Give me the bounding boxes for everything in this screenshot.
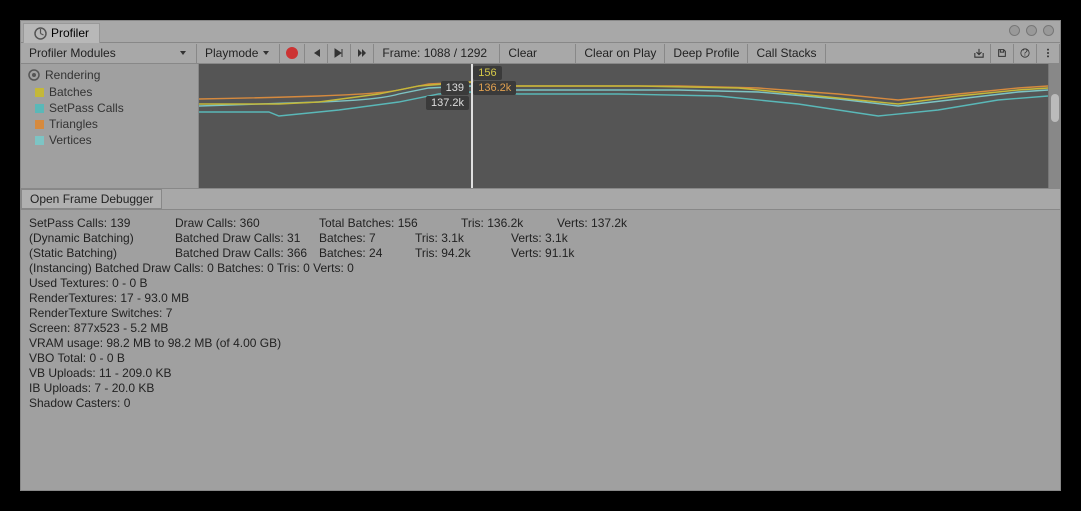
help-icon: ? — [1020, 48, 1030, 58]
profiler-tab-label: Profiler — [51, 26, 89, 40]
profiler-tab[interactable]: Profiler — [23, 23, 100, 43]
frame-debugger-bar: Open Frame Debugger — [21, 188, 1060, 210]
chart-lines — [199, 64, 1048, 188]
legend-item[interactable]: Batches — [35, 85, 192, 99]
stats-line: VB Uploads: 11 - 209.0 KB — [29, 366, 1052, 381]
label: (Dynamic Batching) — [29, 231, 175, 246]
skip-end-icon — [357, 48, 367, 58]
call-stacks-toggle[interactable]: Call Stacks — [748, 44, 825, 63]
frame-counter: Frame: 1088 / 1292 — [374, 44, 500, 63]
chevron-down-icon — [261, 48, 271, 58]
legend-swatch — [35, 88, 44, 97]
frame-next-button[interactable] — [328, 44, 351, 63]
val: Batched Draw Calls: 366 — [175, 246, 319, 261]
frame-label: Frame: 1088 / 1292 — [382, 46, 487, 60]
tip-tris: 136.2k — [473, 81, 516, 95]
save-button[interactable] — [991, 44, 1014, 63]
rendering-icon — [27, 68, 41, 82]
stats-row-dynamic: (Dynamic Batching) Batched Draw Calls: 3… — [29, 231, 1052, 246]
clear-label: Clear — [508, 46, 537, 60]
chart-row: Rendering Batches SetPass Calls Triangles V… — [21, 64, 1060, 188]
chevron-down-icon — [178, 48, 188, 58]
skip-forward-icon — [334, 48, 344, 58]
chart-area[interactable]: 156 136.2k 139 137.2k — [199, 64, 1048, 188]
window-close[interactable] — [1043, 25, 1054, 36]
chart-scrollbar[interactable] — [1048, 64, 1060, 188]
val: Batches: 7 — [319, 231, 415, 246]
val: Verts: 91.1k — [511, 246, 631, 261]
clear-button[interactable]: Clear — [500, 44, 576, 63]
profiler-window: Profiler Profiler Modules Playmode Frame… — [20, 20, 1061, 491]
toolbar: Profiler Modules Playmode Frame: 1088 / … — [21, 43, 1060, 64]
total-batches: Total Batches: 156 — [319, 216, 461, 231]
verts: Verts: 137.2k — [557, 216, 677, 231]
skip-back-icon — [311, 48, 321, 58]
import-icon — [974, 48, 984, 58]
window-minimize[interactable] — [1009, 25, 1020, 36]
stats-panel: SetPass Calls: 139 Draw Calls: 360 Total… — [21, 210, 1060, 490]
legend-label: Batches — [49, 85, 92, 99]
stats-line: RenderTextures: 17 - 93.0 MB — [29, 291, 1052, 306]
legend-label: Vertices — [49, 133, 92, 147]
legend-item[interactable]: Triangles — [35, 117, 192, 131]
tip-setpass: 139 — [441, 81, 469, 95]
load-button[interactable] — [968, 44, 991, 63]
record-button[interactable] — [280, 44, 305, 63]
playmode-label: Playmode — [205, 46, 258, 60]
help-button[interactable]: ? — [1014, 44, 1037, 63]
legend-label: SetPass Calls — [49, 101, 124, 115]
val: Verts: 3.1k — [511, 231, 631, 246]
stats-line: VBO Total: 0 - 0 B — [29, 351, 1052, 366]
window-controls — [1009, 25, 1054, 36]
window-maximize[interactable] — [1026, 25, 1037, 36]
save-icon — [997, 48, 1007, 58]
call-stacks-label: Call Stacks — [756, 46, 816, 60]
svg-text:?: ? — [1022, 48, 1028, 58]
label: (Static Batching) — [29, 246, 175, 261]
module-name: Rendering — [45, 68, 100, 82]
deep-profile-label: Deep Profile — [673, 46, 739, 60]
legend-swatch — [35, 136, 44, 145]
tip-batches: 156 — [473, 66, 501, 80]
val: Tris: 94.2k — [415, 246, 511, 261]
module-title[interactable]: Rendering — [27, 68, 192, 82]
stats-line: RenderTexture Switches: 7 — [29, 306, 1052, 321]
frame-last-button[interactable] — [351, 44, 374, 63]
legend-swatch — [35, 104, 44, 113]
legend-swatch — [35, 120, 44, 129]
deep-profile-toggle[interactable]: Deep Profile — [665, 44, 748, 63]
clear-on-play-label: Clear on Play — [584, 46, 656, 60]
val: Batches: 24 — [319, 246, 415, 261]
stats-row-instancing: (Instancing) Batched Draw Calls: 0 Batch… — [29, 261, 1052, 276]
tris: Tris: 136.2k — [461, 216, 557, 231]
open-frame-debugger-button[interactable]: Open Frame Debugger — [21, 189, 162, 209]
val: Tris: 3.1k — [415, 231, 511, 246]
val: Batched Draw Calls: 31 — [175, 231, 319, 246]
legend-label: Triangles — [49, 117, 98, 131]
clear-on-play-toggle[interactable]: Clear on Play — [576, 44, 665, 63]
profiler-icon — [34, 27, 47, 40]
stats-line: IB Uploads: 7 - 20.0 KB — [29, 381, 1052, 396]
stats-line: Used Textures: 0 - 0 B — [29, 276, 1052, 291]
profiler-modules-dropdown[interactable]: Profiler Modules — [21, 44, 197, 63]
legend-item[interactable]: SetPass Calls — [35, 101, 192, 115]
scroll-thumb[interactable] — [1051, 94, 1059, 122]
module-sidebar: Rendering Batches SetPass Calls Triangles V… — [21, 64, 199, 188]
tip-verts: 137.2k — [426, 96, 469, 110]
setpass-calls: SetPass Calls: 139 — [29, 216, 175, 231]
record-icon — [286, 47, 298, 59]
stats-row-static: (Static Batching) Batched Draw Calls: 36… — [29, 246, 1052, 261]
menu-button[interactable] — [1037, 44, 1060, 63]
playmode-dropdown[interactable]: Playmode — [197, 44, 280, 63]
modules-label: Profiler Modules — [29, 46, 116, 60]
kebab-icon — [1043, 48, 1053, 58]
titlebar: Profiler — [21, 21, 1060, 43]
draw-calls: Draw Calls: 360 — [175, 216, 319, 231]
stats-line: Shadow Casters: 0 — [29, 396, 1052, 411]
frame-first-button[interactable] — [305, 44, 328, 63]
stats-row-main: SetPass Calls: 139 Draw Calls: 360 Total… — [29, 216, 1052, 231]
legend-item[interactable]: Vertices — [35, 133, 192, 147]
stats-line: Screen: 877x523 - 5.2 MB — [29, 321, 1052, 336]
stats-line: VRAM usage: 98.2 MB to 98.2 MB (of 4.00 … — [29, 336, 1052, 351]
